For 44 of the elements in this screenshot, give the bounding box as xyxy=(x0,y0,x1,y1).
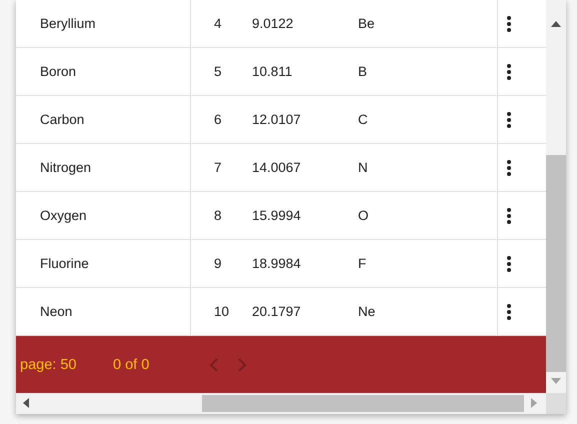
vertical-scrollbar[interactable] xyxy=(546,0,566,393)
table-cell: Beryllium xyxy=(40,16,96,31)
table-cell: 9 xyxy=(214,256,222,271)
table-cell: 18.9984 xyxy=(252,256,301,271)
table-cell: 9.0122 xyxy=(252,16,294,31)
table-cell: Neon xyxy=(40,304,72,319)
table-cell: 5 xyxy=(214,64,222,79)
scroll-thumb[interactable] xyxy=(546,155,566,372)
table-cell: Boron xyxy=(40,64,76,79)
more-icon[interactable] xyxy=(506,110,512,128)
table-cell: 20.1797 xyxy=(252,304,301,319)
table-cell: 14.0067 xyxy=(252,160,301,175)
table-cell: 10 xyxy=(214,304,230,319)
table-cell: Fluorine xyxy=(40,256,89,271)
table-cell: O xyxy=(358,208,369,223)
horizontal-scrollbar[interactable] xyxy=(16,393,546,414)
table-cell: 10.811 xyxy=(252,64,292,79)
more-icon[interactable] xyxy=(506,62,512,80)
table-cell: 4 xyxy=(214,16,222,31)
table-cell: 12.0107 xyxy=(252,112,301,127)
page-size-label: page: 50 xyxy=(20,356,78,372)
table-cell: F xyxy=(358,256,366,271)
table-cell: 7 xyxy=(214,160,222,175)
more-icon[interactable] xyxy=(506,14,512,32)
up-arrow-icon[interactable] xyxy=(551,21,561,27)
table-cell: B xyxy=(358,64,368,79)
more-icon[interactable] xyxy=(506,302,512,320)
table-cell: 6 xyxy=(214,112,222,127)
range-label: 0 of 0 xyxy=(113,356,150,372)
left-arrow-icon[interactable] xyxy=(23,398,29,408)
more-icon[interactable] xyxy=(506,158,512,176)
table-cell: 15.9994 xyxy=(252,208,301,223)
table-cell: Be xyxy=(358,16,375,31)
table-cell: Nitrogen xyxy=(40,160,92,175)
table-cell: Oxygen xyxy=(40,208,87,223)
more-icon[interactable] xyxy=(506,206,512,224)
table-cell: C xyxy=(358,112,368,127)
table-cell: N xyxy=(358,160,368,175)
table-cell: 8 xyxy=(214,208,222,223)
table-cell: Ne xyxy=(358,304,376,319)
more-icon[interactable] xyxy=(506,254,512,272)
scroll-thumb[interactable] xyxy=(202,395,524,412)
scrollbar-corner xyxy=(546,393,566,414)
table-cell: Carbon xyxy=(40,112,84,127)
